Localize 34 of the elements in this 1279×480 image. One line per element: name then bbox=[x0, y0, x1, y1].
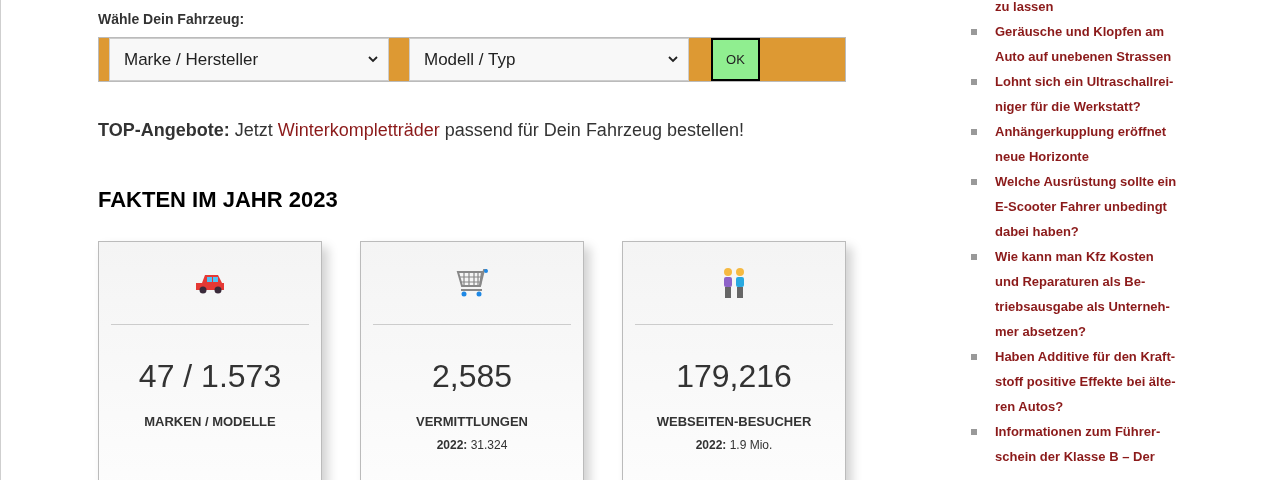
bullet-icon bbox=[971, 28, 977, 35]
article-link[interactable]: Anhängerkupplung eröffnet neue Horizonte bbox=[995, 119, 1167, 169]
article-link[interactable]: Informationen zum Führer- schein der Klasse B – Der bbox=[995, 419, 1161, 469]
chevron-down-icon bbox=[368, 56, 378, 63]
dropdown-select[interactable]: Marke / Hersteller bbox=[109, 38, 389, 81]
dropdown-select[interactable]: Modell / Typ bbox=[409, 38, 689, 81]
article-link[interactable]: Lohnt sich ein Ultraschallrei- niger für die Werkstatt? bbox=[995, 69, 1174, 119]
article-link[interactable]: zu lassen bbox=[995, 0, 1054, 19]
facts-heading: FAKTEN IM JAHR 2023 bbox=[98, 187, 339, 213]
bullet-icon bbox=[971, 353, 977, 360]
chevron-down-icon bbox=[668, 56, 678, 63]
previous-year-value: 2022: 31.324 bbox=[436, 438, 508, 452]
fact-label: MARKEN / MODELLE bbox=[144, 414, 276, 430]
bullet-icon bbox=[971, 128, 977, 135]
vehicle-picker-label: Wähle Dein Fahrzeug: bbox=[98, 10, 246, 28]
bullet-icon bbox=[971, 428, 977, 435]
fact-number: 2,585 bbox=[431, 358, 513, 394]
fact-label: VERMITTLUNGEN bbox=[416, 414, 528, 430]
shopping-cart-icon bbox=[456, 268, 488, 298]
fact-label: WEBSEITEN-BESUCHER bbox=[656, 414, 812, 430]
ok-button[interactable]: OK bbox=[711, 38, 760, 81]
bullet-icon bbox=[971, 253, 977, 260]
fact-number: 179,216 bbox=[676, 358, 792, 394]
previous-year-value: 2022: 1.9 Mio. bbox=[695, 438, 773, 452]
article-link[interactable]: Welche Ausrüstung sollte ein E-Scooter Fahrer unbedingt dabei haben? bbox=[995, 169, 1177, 244]
two-people-icon bbox=[721, 267, 747, 299]
fact-number: 47 / 1.573 bbox=[138, 358, 282, 394]
article-link[interactable]: Haben Additive für den Kraft- stoff positive Effekte bei älte- ren Autos? bbox=[995, 344, 1176, 419]
bullet-icon bbox=[971, 178, 977, 185]
article-link[interactable]: Wie kann man Kfz Kosten und Reparaturen als Be- triebsausgabe als Unterneh- mer absetzen? bbox=[995, 244, 1170, 344]
top-offer-text: TOP-Angebote: Jetzt Winterkompletträder passend für Dein Fahrzeug bestellen! bbox=[98, 119, 745, 142]
article-link[interactable]: Geräusche und Klopfen am Auto auf unebenen Strassen bbox=[995, 19, 1172, 69]
winter-wheels-link[interactable]: Winterkompletträder bbox=[277, 120, 440, 140]
bullet-icon bbox=[971, 78, 977, 85]
